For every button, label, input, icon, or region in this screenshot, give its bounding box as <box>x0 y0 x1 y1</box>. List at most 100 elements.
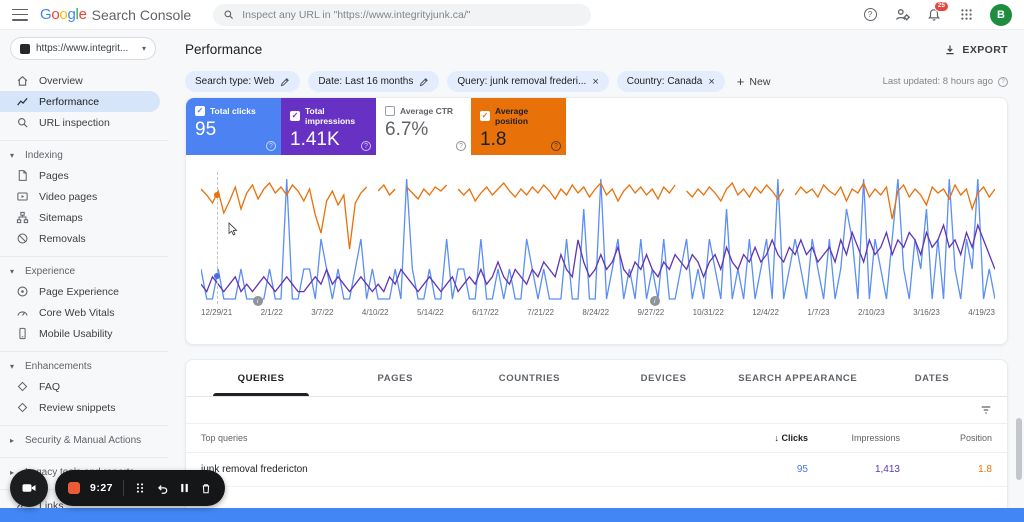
new-filter-label: New <box>749 76 770 88</box>
sort-desc-icon: ↓ <box>774 433 779 443</box>
hover-dot-position <box>214 192 220 198</box>
section-label: Experience <box>25 266 75 277</box>
page-icon <box>16 169 29 182</box>
checkbox-checked-icon[interactable]: ✓ <box>290 111 300 121</box>
help-icon: ? <box>864 8 877 21</box>
pencil-icon <box>280 77 290 87</box>
tab-queries[interactable]: QUERIES <box>194 360 328 396</box>
tab-search-appearance[interactable]: SEARCH APPEARANCE <box>731 360 865 396</box>
account-avatar[interactable]: B <box>990 4 1012 26</box>
drag-handle-icon[interactable] <box>134 482 146 494</box>
x-axis-label: 10/31/22 <box>693 308 724 317</box>
tab-pages[interactable]: PAGES <box>328 360 462 396</box>
x-axis-label: 4/10/22 <box>362 308 389 317</box>
sidebar-item-video-pages[interactable]: Video pages <box>0 186 160 207</box>
sidebar-section-experience[interactable]: ▾ Experience <box>0 262 168 281</box>
tab-devices[interactable]: DEVICES <box>597 360 731 396</box>
close-icon[interactable]: × <box>592 76 598 88</box>
trash-icon[interactable] <box>200 482 212 495</box>
annotation-marker-icon[interactable]: i <box>650 296 660 306</box>
column-clicks[interactable]: ↓ Clicks <box>716 433 808 443</box>
undo-icon[interactable] <box>156 482 169 495</box>
logo-letter: e <box>79 6 87 23</box>
help-button[interactable]: ? <box>862 7 878 23</box>
sidebar-item-overview[interactable]: Overview <box>0 70 160 91</box>
sidebar-item-review-snippets[interactable]: Review snippets <box>0 397 160 418</box>
google-apps-button[interactable] <box>958 7 974 23</box>
search-icon <box>223 9 234 20</box>
column-position[interactable]: Position <box>900 433 992 443</box>
info-icon[interactable]: ? <box>998 77 1008 87</box>
sidebar-item-label: Sitemaps <box>39 212 83 224</box>
divider <box>0 351 168 352</box>
home-icon <box>16 74 29 87</box>
x-axis-label: 8/24/22 <box>582 308 609 317</box>
stop-recording-button[interactable] <box>68 482 80 494</box>
new-filter-button[interactable]: + New <box>737 74 771 89</box>
brand-logo[interactable]: Google Search Console <box>40 6 191 23</box>
filter-chip-date[interactable]: Date: Last 16 months <box>308 71 439 92</box>
close-icon[interactable]: × <box>708 76 714 88</box>
x-axis-label: 9/27/22 <box>638 308 665 317</box>
url-inspect-input[interactable] <box>242 9 581 21</box>
sidebar-item-core-web-vitals[interactable]: Core Web Vitals <box>0 302 160 323</box>
section-label: Security & Manual Actions <box>25 435 141 446</box>
x-axis-label: 6/17/22 <box>472 308 499 317</box>
sidebar-item-pages[interactable]: Pages <box>0 165 160 186</box>
rich-result-icon <box>16 401 29 414</box>
divider <box>0 457 168 458</box>
sidebar-item-url-inspection[interactable]: URL inspection <box>0 112 160 133</box>
filter-chip-query[interactable]: Query: junk removal frederi... × <box>447 71 608 92</box>
speedometer-icon <box>16 306 29 319</box>
checkbox-unchecked-icon[interactable] <box>385 106 395 116</box>
annotation-marker-icon[interactable]: i <box>253 296 263 306</box>
metric-card-average-position[interactable]: ✓ Average position 1.8 ? <box>471 98 566 155</box>
tab-dates[interactable]: DATES <box>865 360 999 396</box>
filter-list-icon[interactable] <box>980 404 992 416</box>
metric-card-total-clicks[interactable]: ✓ Total clicks 95 ? <box>186 98 281 155</box>
sidebar-section-enhancements[interactable]: ▾ Enhancements <box>0 357 168 376</box>
google-search-console-app: Google Search Console ? 25 B https://w <box>0 0 1024 522</box>
metric-card-average-ctr[interactable]: Average CTR 6.7% ? <box>376 98 471 155</box>
chip-label: Search type: Web <box>195 76 274 87</box>
query-cell[interactable]: junk removal fredericton <box>201 464 716 475</box>
chart-plot-area[interactable] <box>201 170 995 302</box>
section-label: Indexing <box>25 150 63 161</box>
checkbox-checked-icon[interactable]: ✓ <box>480 111 490 121</box>
column-top-queries[interactable]: Top queries <box>201 433 716 443</box>
export-button[interactable]: EXPORT <box>944 44 1008 56</box>
mobile-icon <box>16 327 29 340</box>
pause-icon[interactable] <box>179 482 190 494</box>
property-selector[interactable]: https://www.integrit... ▾ <box>10 37 156 60</box>
help-icon[interactable]: ? <box>551 141 561 151</box>
hamburger-menu-icon[interactable] <box>12 9 28 21</box>
x-axis-label: 7/21/22 <box>527 308 554 317</box>
x-axis-label: 5/14/22 <box>417 308 444 317</box>
filter-chip-country[interactable]: Country: Canada × <box>617 71 725 92</box>
sidebar-item-removals[interactable]: Removals <box>0 228 160 249</box>
url-inspect-search-bar[interactable] <box>213 4 591 26</box>
tab-countries[interactable]: COUNTRIES <box>462 360 596 396</box>
checkbox-checked-icon[interactable]: ✓ <box>195 106 205 116</box>
notifications-button[interactable]: 25 <box>926 7 942 23</box>
sidebar-item-mobile-usability[interactable]: Mobile Usability <box>0 323 160 344</box>
sidebar-section-indexing[interactable]: ▾ Indexing <box>0 146 168 165</box>
column-impressions[interactable]: Impressions <box>808 433 900 443</box>
metric-card-total-impressions[interactable]: ✓ Total impressions 1.41K ? <box>281 98 376 155</box>
sidebar-item-sitemaps[interactable]: Sitemaps <box>0 207 160 228</box>
help-icon[interactable]: ? <box>456 141 466 151</box>
sidebar-item-page-experience[interactable]: Page Experience <box>0 281 160 302</box>
sidebar-item-faq[interactable]: FAQ <box>0 376 160 397</box>
sidebar-item-performance[interactable]: Performance <box>0 91 160 112</box>
mouse-cursor <box>228 222 238 236</box>
filter-chip-search-type[interactable]: Search type: Web <box>185 71 300 92</box>
download-icon <box>944 44 956 56</box>
help-icon[interactable]: ? <box>361 141 371 151</box>
user-settings-button[interactable] <box>894 7 910 23</box>
camera-bubble-button[interactable] <box>10 469 48 507</box>
scrollbar-thumb[interactable] <box>1016 418 1022 480</box>
table-row[interactable]: junk removal fredericton 95 1,413 1.8 <box>186 453 1007 487</box>
table-header-row: Top queries ↓ Clicks Impressions Positio… <box>186 424 1007 453</box>
help-icon[interactable]: ? <box>266 141 276 151</box>
sidebar-section-security-manual-actions[interactable]: ▸ Security & Manual Actions <box>0 431 168 450</box>
